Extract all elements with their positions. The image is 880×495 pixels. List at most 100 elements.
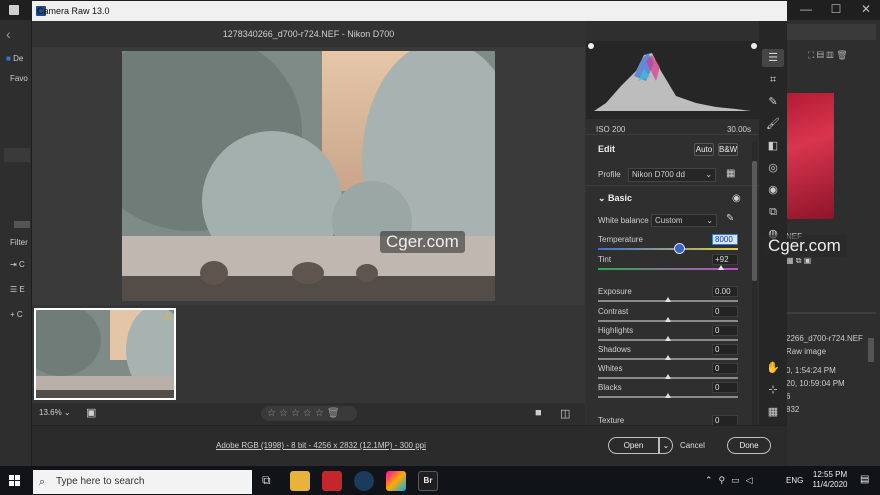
search-icon: ⌕ — [39, 476, 46, 488]
profile-dropdown[interactable]: Nikon D700 dd ⌄ — [628, 168, 716, 182]
language-indicator[interactable]: ENG — [786, 476, 803, 485]
star-rating[interactable]: ☆☆☆☆☆🗑 — [261, 406, 357, 421]
redeye-icon[interactable]: ◉ — [766, 183, 780, 197]
shadow-clip-icon[interactable] — [588, 43, 594, 49]
edit-panel: ISO 200 30.00s Edit Auto B&W Profile Nik… — [586, 21, 759, 426]
minimize-icon[interactable]: — — [792, 0, 820, 20]
close-icon[interactable]: ✕ — [852, 0, 880, 20]
compare-icon[interactable]: ◫ — [560, 407, 570, 420]
highlights-value[interactable]: 0 — [712, 325, 738, 336]
sampler-icon[interactable]: ⊹ — [766, 383, 780, 397]
highlight-clip-icon[interactable] — [751, 43, 757, 49]
preview-image[interactable]: Cger.com — [122, 51, 495, 301]
media-app-icon[interactable] — [354, 471, 374, 491]
star-icon[interactable]: ☆ — [279, 408, 291, 419]
whites-slider-thumb[interactable] — [665, 374, 671, 379]
preview-canvas[interactable]: Cger.com — [32, 47, 585, 305]
temperature-slider[interactable] — [598, 248, 738, 250]
bridge-left-item[interactable]: ■ De — [6, 54, 23, 63]
tray-icons[interactable]: ⌃⚲▭◁ — [705, 475, 759, 486]
bridge-left-item[interactable]: ⇥ C — [10, 260, 25, 269]
app-icon — [9, 5, 19, 15]
crop-icon[interactable]: ⌗ — [766, 73, 780, 87]
scrollbar[interactable] — [868, 338, 874, 362]
basic-section-header[interactable]: ⌄ Basic — [598, 193, 632, 204]
warning-icon: ⚠ — [163, 311, 172, 322]
task-view-icon[interactable]: ⧉ — [262, 473, 271, 488]
workflow-options-link[interactable]: Adobe RGB (1998) - 8 bit - 4256 x 2832 (… — [216, 441, 426, 450]
done-button[interactable]: Done — [727, 437, 771, 454]
trash-icon[interactable]: 🗑 — [327, 408, 343, 419]
gradient-icon[interactable]: ◧ — [766, 139, 780, 153]
filmstrip-toggle-icon[interactable]: ▣ — [86, 406, 96, 419]
zoom-level[interactable]: 13.6% ⌄ — [39, 408, 71, 417]
edit-heading: Edit — [598, 144, 615, 154]
heal-icon[interactable]: ✎ — [766, 95, 780, 109]
white-balance-dropdown[interactable]: Custom ⌄ — [651, 214, 717, 227]
star-icon[interactable]: ☆ — [267, 408, 279, 419]
auto-button[interactable]: Auto — [694, 143, 714, 156]
exposure-value[interactable]: 0.00 — [712, 286, 738, 297]
maximize-icon[interactable]: ☐ — [822, 0, 850, 20]
shadows-slider-thumb[interactable] — [665, 355, 671, 360]
contrast-value[interactable]: 0 — [712, 306, 738, 317]
histogram: ISO 200 30.00s — [586, 41, 759, 134]
bw-button[interactable]: B&W — [718, 143, 738, 156]
star-icon[interactable]: ☆ — [303, 408, 315, 419]
eyedropper-icon[interactable]: ✎ — [726, 213, 734, 224]
tint-value[interactable]: +92 — [712, 254, 738, 265]
exposure-slider-thumb[interactable] — [665, 297, 671, 302]
meta-size-1: 6 — [786, 392, 791, 401]
star-icon[interactable]: ☆ — [315, 408, 327, 419]
clock[interactable]: 12:55 PM 11/4/2020 — [810, 470, 850, 490]
creative-cloud-icon[interactable] — [386, 471, 406, 491]
store-app-icon[interactable] — [322, 471, 342, 491]
search-field[interactable] — [786, 24, 876, 40]
blacks-value[interactable]: 0 — [712, 382, 738, 393]
eye-icon[interactable]: ◉ — [732, 193, 741, 204]
panel-scrollbar-thumb[interactable] — [752, 161, 757, 281]
grid-icon[interactable]: ▦ — [766, 405, 780, 419]
bridge-left-item[interactable]: ☰ E — [10, 285, 25, 294]
shadows-value[interactable]: 0 — [712, 344, 738, 355]
tint-slider-thumb[interactable] — [718, 265, 724, 270]
open-dropdown-icon[interactable]: ⌄ — [659, 437, 673, 454]
notification-icon[interactable]: ▤ — [860, 474, 869, 485]
bridge-thumbnail[interactable] — [786, 93, 834, 219]
cancel-button[interactable]: Cancel — [680, 441, 705, 450]
contrast-slider-thumb[interactable] — [665, 317, 671, 322]
filmstrip-thumbnail[interactable]: ⚠ — [34, 308, 176, 400]
tint-slider[interactable] — [598, 268, 738, 270]
bridge-left-bar — [4, 148, 30, 162]
bridge-toolbar-icons[interactable]: ⛶ ▤ ▥ 🗑 — [808, 50, 868, 61]
camera-raw-dialog: Camera Raw 13.0 1278340266_d700-r724.NEF… — [31, 0, 787, 467]
blacks-slider-thumb[interactable] — [665, 393, 671, 398]
shutter-value: 30.00s — [726, 125, 751, 134]
whites-value[interactable]: 0 — [712, 363, 738, 374]
bridge-left-item[interactable]: + C — [10, 310, 23, 319]
before-after-icon[interactable]: ■ — [535, 407, 542, 419]
hand-icon[interactable]: ✋ — [766, 361, 780, 375]
taskbar-search-input[interactable]: ⌕ Type here to search — [33, 470, 252, 494]
bridge-left-item[interactable]: Favo — [10, 74, 28, 83]
highlights-slider-thumb[interactable] — [665, 336, 671, 341]
brush-icon[interactable]: 🖌 — [766, 117, 780, 131]
bridge-app-icon[interactable]: Br — [418, 471, 438, 491]
radial-icon[interactable]: ◎ — [766, 161, 780, 175]
meta-created: 0, 1:54:24 PM — [786, 366, 836, 375]
profile-browser-icon[interactable]: ▦ — [726, 168, 735, 179]
windows-start-icon[interactable] — [9, 475, 20, 486]
temperature-value[interactable]: 8000 — [712, 234, 738, 245]
snapshot-icon[interactable]: ⧉ — [766, 205, 780, 219]
back-icon[interactable]: ‹ — [6, 26, 11, 42]
divider — [586, 185, 759, 186]
file-explorer-icon[interactable] — [290, 471, 310, 491]
sliders-icon[interactable]: ☰ — [766, 51, 780, 65]
scrollbar[interactable] — [14, 221, 30, 228]
star-icon[interactable]: ☆ — [291, 408, 303, 419]
open-button[interactable]: Open — [608, 437, 659, 454]
bridge-left-item[interactable]: Filter — [10, 238, 28, 247]
clock-date: 11/4/2020 — [812, 480, 848, 489]
divider — [786, 312, 876, 314]
bridge-titlebar — [0, 0, 31, 20]
